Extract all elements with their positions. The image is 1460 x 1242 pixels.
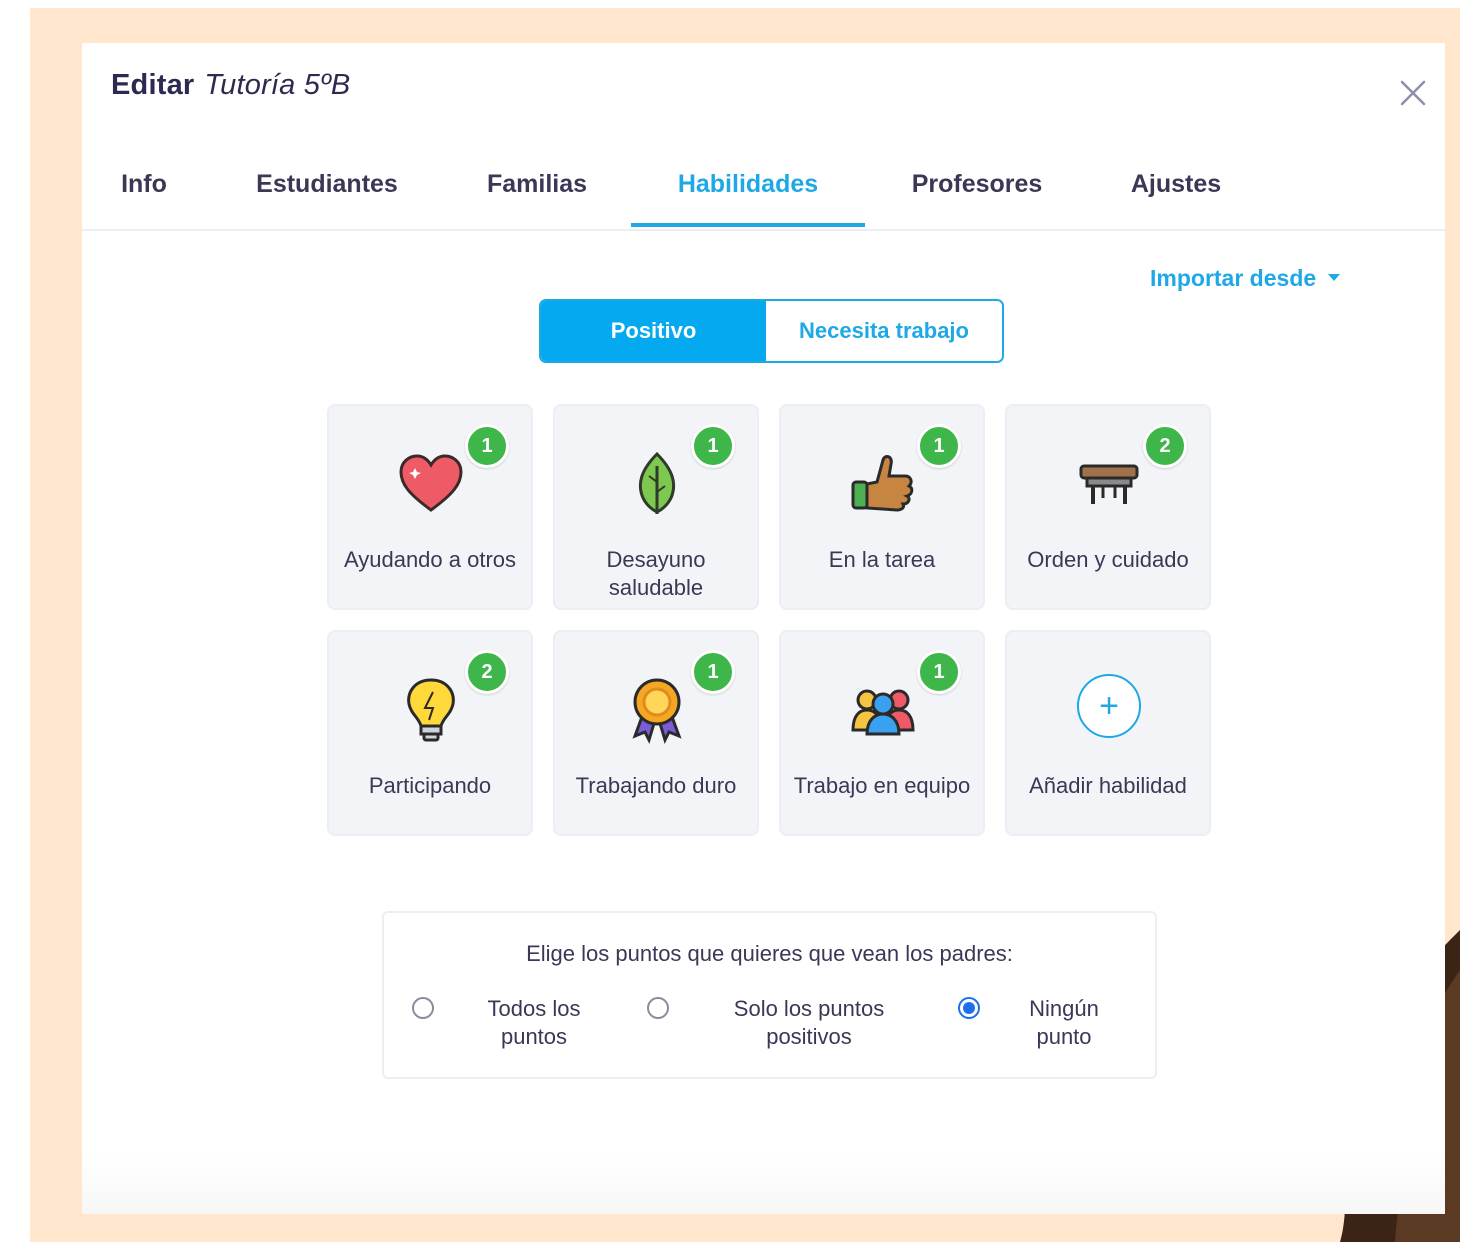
modal-footer-fade: [82, 1154, 1445, 1214]
radio-label-ningun: Ningún punto: [1029, 996, 1099, 1049]
skill-label: Orden y cuidado: [1027, 547, 1189, 572]
thumbs-up-icon: [851, 455, 914, 512]
behavior-type-toggle: Positivo Necesita trabajo: [539, 299, 1004, 363]
tab-familias[interactable]: Familias: [482, 153, 592, 227]
modal-title: Editar Tutoría 5ºB: [111, 69, 350, 102]
heart-icon: [399, 454, 463, 512]
skill-card[interactable]: 1 Ayudando a otros: [327, 404, 533, 610]
parents-points-title: Elige los puntos que quieres que vean lo…: [526, 941, 1013, 966]
points-badge: 1: [465, 424, 509, 468]
skill-card[interactable]: 1 En la tarea: [779, 404, 985, 610]
add-skill-card[interactable]: + Añadir habilidad: [1005, 630, 1211, 836]
tab-profesores[interactable]: Profesores: [907, 153, 1047, 227]
skill-card[interactable]: 2 Participando: [327, 630, 533, 836]
skill-label: Trabajo en equipo: [793, 773, 971, 798]
team-icon: [851, 689, 915, 736]
skill-card[interactable]: 1 Desayuno saludable: [553, 404, 759, 610]
medal-icon: [632, 678, 682, 745]
skill-card[interactable]: 1 Trabajando duro: [553, 630, 759, 836]
close-icon[interactable]: [1393, 73, 1433, 113]
class-name: Tutoría 5ºB: [204, 69, 351, 101]
segment-necesita-trabajo[interactable]: Necesita trabajo: [766, 301, 1002, 361]
import-label: Importar desde: [1150, 265, 1317, 291]
tab-info[interactable]: Info: [118, 153, 170, 227]
tab-bar: Info Estudiantes Familias Habilidades Pr…: [82, 153, 1445, 231]
skill-label: Trabajando duro: [575, 773, 737, 798]
points-badge: 1: [917, 650, 961, 694]
edit-class-modal: Editar Tutoría 5ºB Info Estudiantes Famil…: [82, 43, 1445, 1214]
points-badge: 1: [691, 650, 735, 694]
radio-todos-los-puntos[interactable]: [412, 997, 434, 1019]
import-dropdown[interactable]: Importar desde: [1150, 265, 1341, 292]
points-badge: 2: [1143, 424, 1187, 468]
skill-label: Ayudando a otros: [343, 547, 517, 572]
caret-down-icon: [1328, 274, 1341, 282]
leaf-icon: [638, 451, 676, 514]
skill-card[interactable]: 1 Trabajo en equipo: [779, 630, 985, 836]
radio-label-solo-positivos: Solo los puntos positivos: [733, 996, 885, 1049]
tab-ajustes[interactable]: Ajustes: [1128, 153, 1224, 227]
radio-solo-positivos[interactable]: [647, 997, 669, 1019]
add-skill-label: Añadir habilidad: [1029, 773, 1187, 798]
points-badge: 1: [917, 424, 961, 468]
skill-label: Desayuno saludable: [606, 547, 706, 600]
plus-icon: +: [1077, 674, 1141, 738]
parents-points-panel: Elige los puntos que quieres que vean lo…: [382, 911, 1157, 1079]
tab-estudiantes[interactable]: Estudiantes: [252, 153, 402, 227]
points-badge: 1: [691, 424, 735, 468]
skill-label: En la tarea: [828, 547, 936, 572]
segment-positivo[interactable]: Positivo: [541, 301, 766, 361]
desk-icon: [1079, 464, 1139, 504]
radio-ningun-punto[interactable]: [958, 997, 980, 1019]
lightbulb-icon: [407, 678, 455, 742]
tab-habilidades[interactable]: Habilidades: [631, 153, 865, 227]
points-badge: 2: [465, 650, 509, 694]
radio-label-todos: Todos los puntos: [487, 996, 581, 1049]
skill-label: Participando: [368, 773, 492, 798]
title-prefix: Editar: [111, 69, 195, 101]
skill-card[interactable]: 2 Orden y cuidado: [1005, 404, 1211, 610]
